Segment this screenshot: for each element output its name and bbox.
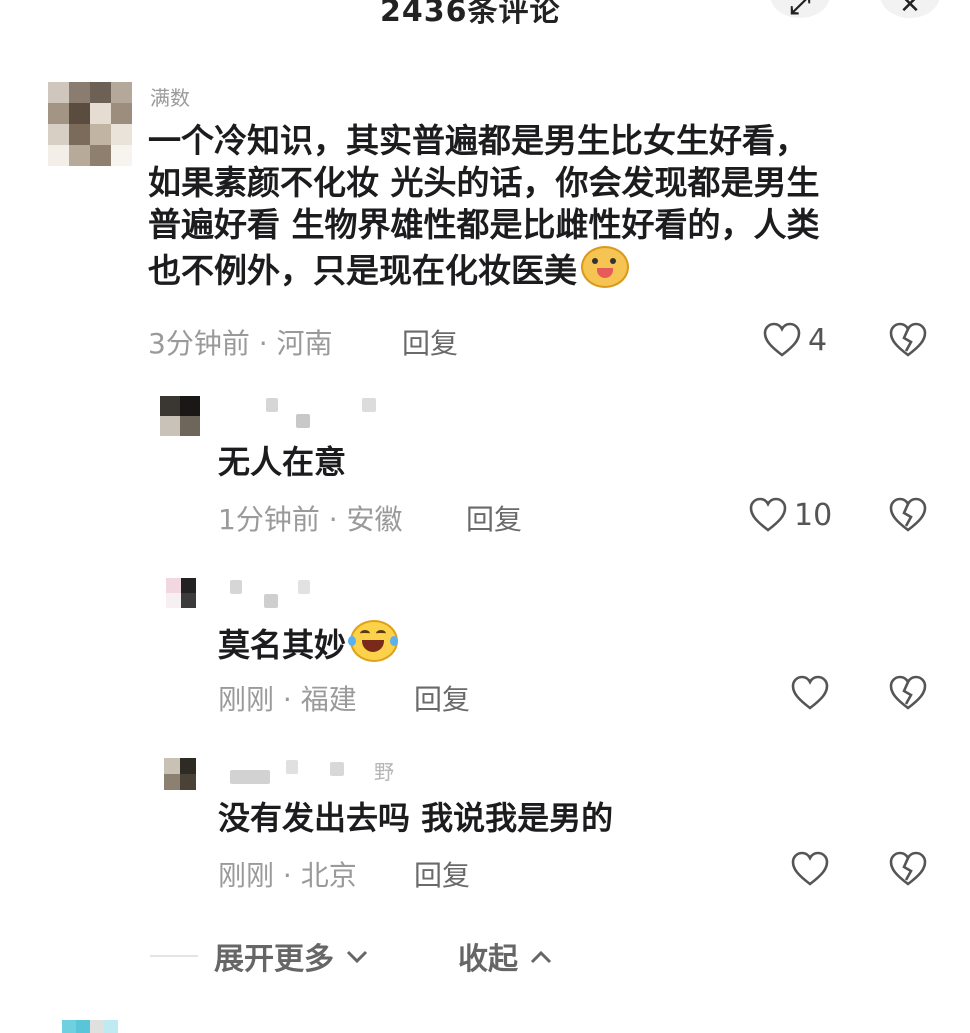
broken-heart-icon[interactable]	[888, 850, 928, 890]
heart-outline-icon[interactable]	[748, 496, 788, 536]
reply-text: 没有发出去吗 我说我是男的	[218, 799, 614, 837]
avatar[interactable]	[62, 1020, 118, 1033]
username-blurred	[296, 414, 310, 428]
broken-heart-icon[interactable]	[888, 674, 928, 714]
comment-line: 也不例外，只是现在化妆医美	[148, 251, 577, 290]
comments-count-title: 2436条评论	[380, 0, 561, 29]
username-blurred[interactable]	[230, 770, 270, 784]
username[interactable]: 满数	[150, 82, 190, 111]
laughing-tears-emoji-icon	[348, 620, 399, 662]
username-blurred	[286, 760, 298, 774]
reply-button[interactable]: 回复	[414, 678, 470, 718]
username-blurred	[298, 580, 310, 594]
divider	[150, 955, 198, 957]
chevron-down-icon	[347, 950, 368, 964]
reply-button[interactable]: 回复	[414, 854, 470, 894]
username-blurred	[264, 594, 278, 608]
comment-line: 普遍好看 生物界雄性都是比雌性好看的，人类	[148, 205, 820, 244]
username-blurred[interactable]	[230, 580, 242, 594]
reply-button[interactable]: 回复	[402, 322, 458, 362]
collapse-button[interactable]: 收起	[458, 934, 554, 978]
reply-text: 莫名其妙	[218, 626, 347, 664]
expand-more-label: 展开更多	[214, 942, 334, 977]
reply-meta: 1分钟前 · 安徽	[218, 503, 403, 536]
avatar[interactable]	[164, 758, 196, 790]
reply-button[interactable]: 回复	[466, 498, 522, 538]
reply-text-row: 莫名其妙	[218, 620, 399, 665]
broken-heart-icon[interactable]	[888, 496, 928, 536]
collapse-label: 收起	[458, 942, 518, 977]
reply-meta: 刚刚 · 北京	[218, 859, 357, 892]
heart-outline-icon[interactable]	[762, 321, 802, 361]
heart-outline-icon[interactable]	[790, 674, 830, 714]
username-blurred	[330, 762, 344, 776]
comment-text: 一个冷知识，其实普遍都是男生比女生好看， 如果素颜不化妆 光头的话，你会发现都是…	[148, 120, 948, 292]
username-blurred[interactable]	[266, 398, 278, 412]
broken-heart-icon[interactable]	[888, 321, 928, 361]
comment-line: 如果素颜不化妆 光头的话，你会发现都是男生	[148, 163, 820, 202]
expand-icon: ⤢	[789, 0, 811, 20]
username-blurred	[362, 398, 376, 412]
avatar[interactable]	[48, 82, 132, 166]
avatar[interactable]	[166, 578, 196, 608]
reply-text: 无人在意	[218, 443, 347, 481]
username-partial: 野	[374, 760, 394, 784]
comment-line: 一个冷知识，其实普遍都是男生比女生好看，	[148, 121, 808, 160]
like-count: 10	[794, 498, 833, 533]
reply-meta: 刚刚 · 福建	[218, 683, 357, 716]
chevron-up-icon	[531, 950, 552, 964]
heart-outline-icon[interactable]	[790, 850, 830, 890]
like-count: 4	[808, 323, 828, 358]
avatar[interactable]	[160, 396, 200, 436]
expand-more-button[interactable]: 展开更多	[214, 934, 370, 978]
dog-face-emoji-icon	[581, 246, 629, 288]
close-icon: ✕	[899, 0, 921, 20]
comment-meta: 3分钟前 · 河南	[148, 327, 333, 360]
